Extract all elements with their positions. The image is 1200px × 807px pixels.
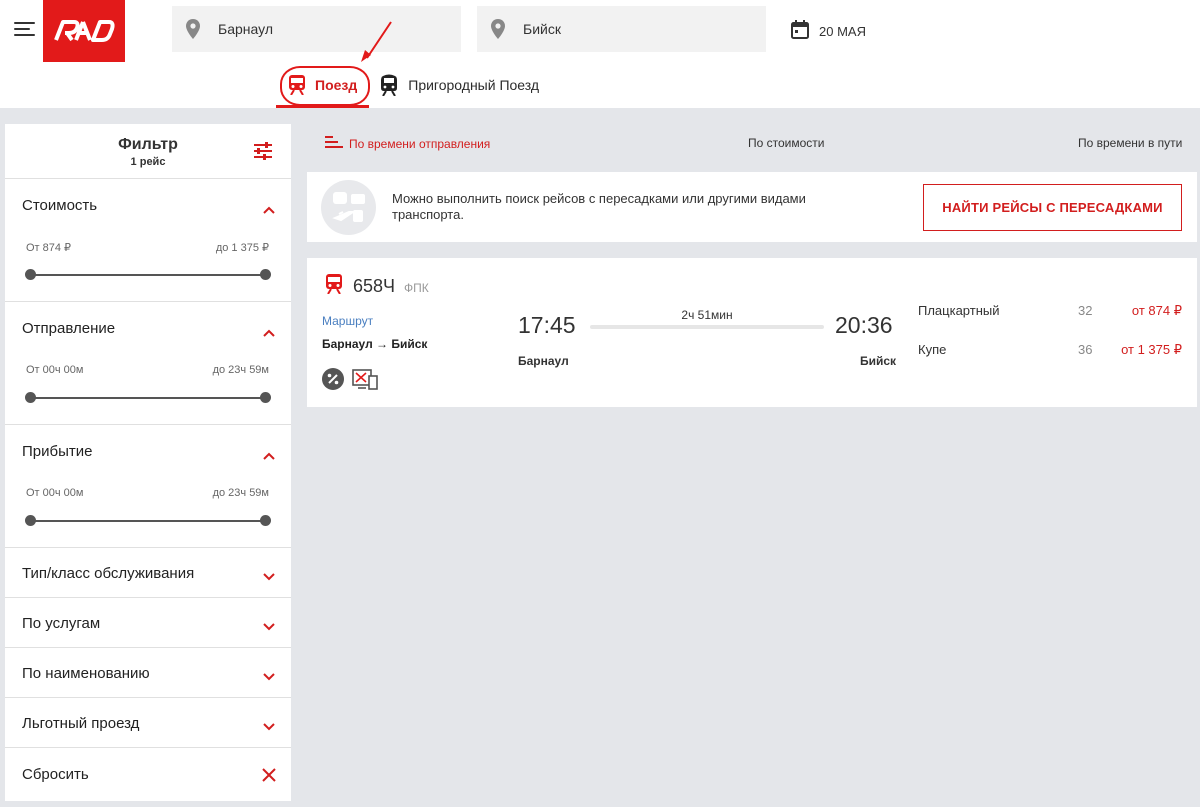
trip-duration: 2ч 51мин: [681, 308, 733, 322]
sort-by-departure[interactable]: По времени отправления: [325, 136, 490, 152]
car-class-row[interactable]: Плацкартный 32 от 874 ₽: [918, 303, 1182, 323]
filter-privilege[interactable]: Льготный проезд: [5, 698, 291, 748]
filter-service-class[interactable]: Тип/класс обслуживания: [5, 548, 291, 598]
car-class-seats: 36: [1078, 342, 1093, 357]
filter-header: Фильтр 1 рейс: [5, 124, 291, 179]
chevron-down-icon[interactable]: [263, 568, 275, 586]
filter-privilege-label: Льготный проезд: [22, 715, 140, 732]
filter-name-label: По наименованию: [22, 665, 150, 682]
sort-by-departure-label: По времени отправления: [349, 137, 491, 151]
menu-icon[interactable]: [14, 22, 35, 38]
sort-icon: [325, 136, 343, 152]
train-number: 658Ч: [353, 276, 396, 296]
cost-max: до 1 375 ₽: [215, 242, 269, 254]
suburban-train-icon: [379, 74, 399, 96]
location-pin-icon: [491, 19, 505, 39]
departure-time: 17:45: [518, 312, 576, 338]
departure-max: до 23ч 59м: [212, 364, 269, 376]
cost-slider[interactable]: [25, 269, 271, 281]
car-class-seats: 32: [1078, 303, 1093, 318]
train-number-row: 658Ч ФПК: [325, 274, 429, 299]
arrival-slider[interactable]: [25, 515, 271, 527]
transport-tabs: Поезд Пригородный Поезд: [276, 66, 549, 108]
car-class-name: Плацкартный: [918, 303, 1000, 318]
car-class-price[interactable]: от 1 375 ₽: [1121, 342, 1182, 358]
sort-bar: По времени отправления По стоимости По в…: [307, 124, 1197, 162]
chevron-down-icon[interactable]: [263, 668, 275, 686]
slider-handle-min[interactable]: [25, 392, 36, 403]
filter-departure-label: Отправление: [22, 320, 116, 337]
annotation-arrow: [361, 21, 392, 62]
slider-handle-max[interactable]: [260, 392, 271, 403]
no-electronic-registration-icon[interactable]: [352, 368, 378, 390]
tab-suburban-train[interactable]: Пригородный Поезд: [369, 66, 549, 104]
filter-cost: Стоимость От 874 ₽ до 1 375 ₽: [5, 179, 291, 302]
departure-slider[interactable]: [25, 392, 271, 404]
sort-by-duration[interactable]: По времени в пути: [1078, 136, 1182, 150]
calendar-icon: [791, 20, 809, 42]
carrier: ФПК: [404, 281, 429, 295]
slider-handle-max[interactable]: [260, 269, 271, 280]
filter-count: 1 рейс: [130, 156, 166, 168]
arrival-station: Бийск: [860, 354, 897, 368]
filter-title: Фильтр: [118, 136, 178, 153]
filter-departure: Отправление От 00ч 00м до 23ч 59м: [5, 302, 291, 425]
from-value: Барнаул: [218, 21, 273, 37]
from-field[interactable]: Барнаул: [172, 6, 461, 52]
filter-cost-label: Стоимость: [22, 197, 98, 214]
filter-panel: Фильтр 1 рейс Стоимость От 874 ₽ до 1 37…: [5, 124, 291, 801]
transfer-banner-text: Можно выполнить поиск рейсов с пересадка…: [392, 191, 806, 222]
filter-arrival-label: Прибытие: [22, 443, 93, 460]
annotation-circle: [280, 66, 370, 106]
slider-handle-max[interactable]: [260, 515, 271, 526]
tune-icon[interactable]: [253, 142, 273, 165]
departure-station: Барнаул: [518, 354, 569, 368]
header: Барнаул Бийск 20 МАЯ Поезд Пригородный П: [0, 0, 1200, 108]
route-text: Барнаул → Бийск: [322, 337, 428, 351]
location-pin-icon: [186, 19, 200, 39]
slider-handle-min[interactable]: [25, 269, 36, 280]
filter-arrival: Прибытие От 00ч 00м до 23ч 59м: [5, 425, 291, 548]
discount-icon[interactable]: [322, 368, 344, 390]
car-class-price[interactable]: от 874 ₽: [1132, 303, 1182, 319]
filter-services-label: По услугам: [22, 615, 101, 632]
transfer-banner: Можно выполнить поиск рейсов с пересадка…: [307, 172, 1197, 242]
car-class-name: Купе: [918, 342, 947, 357]
multimodal-transport-icon: [321, 180, 376, 235]
rzd-logo[interactable]: [43, 0, 125, 62]
tab-suburban-label: Пригородный Поезд: [408, 77, 540, 93]
arrival-min: От 00ч 00м: [26, 487, 84, 499]
date-picker[interactable]: 20 МАЯ: [791, 20, 866, 42]
slider-handle-min[interactable]: [25, 515, 36, 526]
filter-reset[interactable]: Сбросить: [5, 748, 291, 801]
chevron-down-icon[interactable]: [263, 618, 275, 636]
trip-card[interactable]: 658Ч ФПК Маршрут Барнаул → Бийск 17:45 2…: [307, 258, 1197, 407]
tab-train[interactable]: Поезд: [276, 66, 370, 108]
route-link[interactable]: Маршрут: [322, 314, 373, 328]
date-value: 20 МАЯ: [819, 23, 866, 39]
train-icon: [325, 274, 343, 299]
arrival-max: до 23ч 59м: [212, 487, 269, 499]
departure-min: От 00ч 00м: [26, 364, 84, 376]
filter-name[interactable]: По наименованию: [5, 648, 291, 698]
service-icons: [322, 368, 386, 390]
find-transfers-button[interactable]: НАЙТИ РЕЙСЫ С ПЕРЕСАДКАМИ: [923, 184, 1182, 231]
filter-services[interactable]: По услугам: [5, 598, 291, 648]
to-field[interactable]: Бийск: [477, 6, 766, 52]
duration-bar: [590, 325, 824, 329]
chevron-up-icon[interactable]: [263, 447, 275, 465]
filter-reset-label: Сбросить: [22, 766, 89, 783]
cost-min: От 874 ₽: [26, 242, 72, 254]
close-icon[interactable]: [261, 767, 277, 788]
to-value: Бийск: [523, 21, 561, 37]
car-class-row[interactable]: Купе 36 от 1 375 ₽: [918, 342, 1182, 362]
filter-service-class-label: Тип/класс обслуживания: [22, 565, 195, 582]
chevron-down-icon[interactable]: [263, 718, 275, 736]
arrival-time: 20:36: [835, 312, 893, 338]
sort-by-cost[interactable]: По стоимости: [748, 136, 825, 150]
chevron-up-icon[interactable]: [263, 324, 275, 342]
chevron-up-icon[interactable]: [263, 201, 275, 219]
